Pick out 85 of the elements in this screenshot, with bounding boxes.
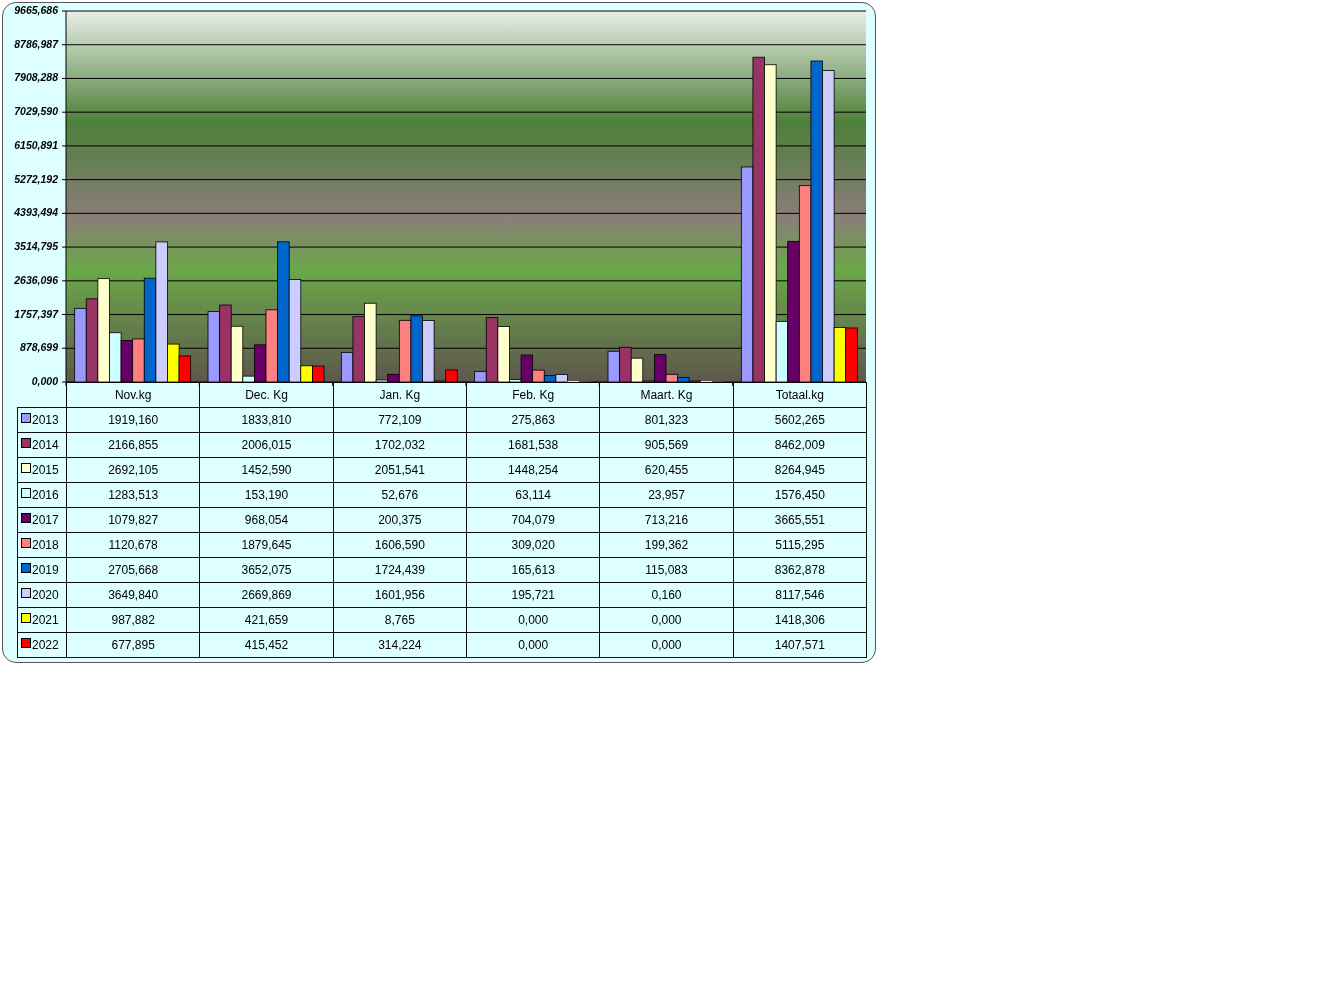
y-axis-label: 6150,891 — [14, 138, 58, 151]
table-cell: 0,000 — [599, 632, 734, 658]
column-header: Maart. Kg — [599, 382, 734, 408]
table-cell: 1833,810 — [199, 407, 334, 433]
table-cell: 2705,668 — [66, 557, 200, 583]
y-axis-label: 9665,686 — [14, 4, 58, 16]
table-cell: 5115,295 — [733, 532, 867, 558]
table-cell: 1452,590 — [199, 457, 334, 483]
table-cell: 1601,956 — [333, 582, 467, 608]
y-axis-label: 2636,096 — [14, 273, 58, 286]
table-cell: 23,957 — [599, 482, 734, 508]
table-cell: 8,765 — [333, 607, 467, 633]
table-cell: 1724,439 — [333, 557, 467, 583]
table-cell: 199,362 — [599, 532, 734, 558]
row-label: 2014 — [32, 438, 59, 452]
table-cell: 8264,945 — [733, 457, 867, 483]
table-cell: 1448,254 — [466, 457, 600, 483]
table-cell: 415,452 — [199, 632, 334, 658]
table-cell: 421,659 — [199, 607, 334, 633]
table-cell: 1879,645 — [199, 532, 334, 558]
table-cell: 8462,009 — [733, 432, 867, 458]
row-label: 2015 — [32, 463, 59, 477]
table-cell: 713,216 — [599, 507, 734, 533]
y-axis-label: 3514,795 — [14, 240, 58, 253]
table-cell: 275,863 — [466, 407, 600, 433]
table-cell: 1418,306 — [733, 607, 867, 633]
table-cell: 968,054 — [199, 507, 334, 533]
table-cell: 2051,541 — [333, 457, 467, 483]
table-cell: 0,000 — [599, 607, 734, 633]
table-cell: 3652,075 — [199, 557, 334, 583]
y-axis-label: 8786,987 — [14, 37, 58, 50]
row-label: 2017 — [32, 513, 59, 527]
y-axis-label: 4393,494 — [14, 206, 58, 219]
table-cell: 704,079 — [466, 507, 600, 533]
table-cell: 2166,855 — [66, 432, 200, 458]
row-label: 2019 — [32, 563, 59, 577]
table-cell: 2692,105 — [66, 457, 200, 483]
table-cell: 2669,869 — [199, 582, 334, 608]
y-axis-label: 0,000 — [31, 375, 58, 387]
table-cell: 1079,827 — [66, 507, 200, 533]
table-cell: 1283,513 — [66, 482, 200, 508]
table-cell: 987,882 — [66, 607, 200, 633]
table-cell: 200,375 — [333, 507, 467, 533]
table-cell: 905,569 — [599, 432, 734, 458]
table-cell: 677,895 — [66, 632, 200, 658]
table-cell: 8117,546 — [733, 582, 867, 608]
table-cell: 1407,571 — [733, 632, 867, 658]
row-label: 2022 — [32, 638, 59, 652]
y-axis-label: 1757,397 — [14, 307, 58, 320]
table-cell: 153,190 — [199, 482, 334, 508]
row-label: 2020 — [32, 588, 59, 602]
table-cell: 63,114 — [466, 482, 600, 508]
table-cell: 620,455 — [599, 457, 734, 483]
y-axis-label: 7029,590 — [14, 105, 58, 118]
table-cell: 1606,590 — [333, 532, 467, 558]
table-cell: 1120,678 — [66, 532, 200, 558]
table-cell: 1919,160 — [66, 407, 200, 433]
table-cell: 5602,265 — [733, 407, 867, 433]
table-cell: 52,676 — [333, 482, 467, 508]
table-cell: 195,721 — [466, 582, 600, 608]
table-cell: 115,083 — [599, 557, 734, 583]
row-label: 2018 — [32, 538, 59, 552]
column-header: Totaal.kg — [733, 382, 867, 408]
table-cell: 801,323 — [599, 407, 734, 433]
y-axis-label: 878,699 — [20, 341, 58, 354]
table-cell: 8362,878 — [733, 557, 867, 583]
y-axis-label: 7908,288 — [14, 71, 58, 84]
table-cell: 3649,840 — [66, 582, 200, 608]
row-label: 2021 — [32, 613, 59, 627]
table-cell: 309,020 — [466, 532, 600, 558]
table-cell: 1576,450 — [733, 482, 867, 508]
row-label: 2016 — [32, 488, 59, 502]
table-cell: 3665,551 — [733, 507, 867, 533]
table-cell: 314,224 — [333, 632, 467, 658]
table-cell: 772,109 — [333, 407, 467, 433]
table-cell: 1702,032 — [333, 432, 467, 458]
table-cell: 0,000 — [466, 632, 600, 658]
row-label: 2013 — [32, 413, 59, 427]
column-header: Dec. Kg — [199, 382, 334, 408]
table-cell: 1681,538 — [466, 432, 600, 458]
table-cell: 0,000 — [466, 607, 600, 633]
table-cell: 0,160 — [599, 582, 734, 608]
y-axis-label: 5272,192 — [14, 172, 58, 185]
table-cell: 2006,015 — [199, 432, 334, 458]
table-cell: 165,613 — [466, 557, 600, 583]
